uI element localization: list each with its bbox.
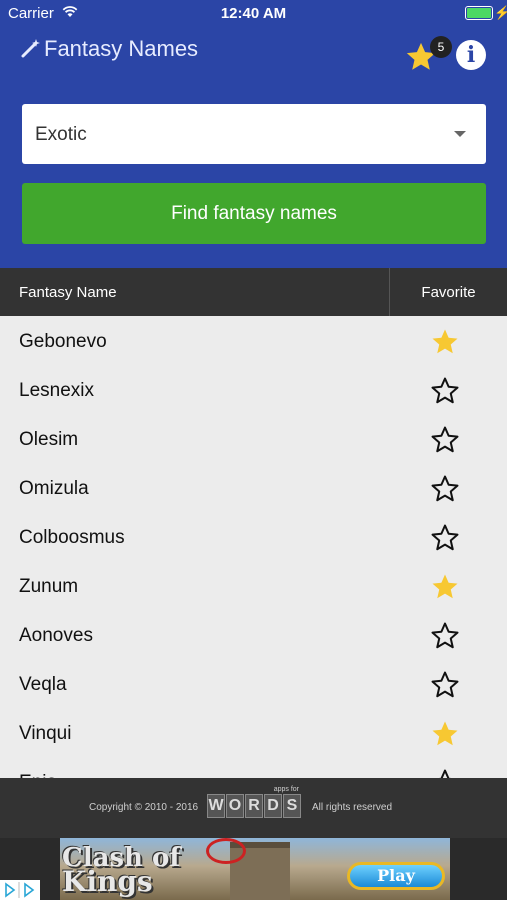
name-type-select[interactable]: Exotic — [22, 104, 486, 164]
star-outline-icon[interactable] — [430, 670, 460, 700]
list-item[interactable]: Aonoves — [0, 610, 507, 659]
list-item[interactable]: Vinqui — [0, 708, 507, 757]
fantasy-name-text: Gebonevo — [19, 331, 107, 352]
star-outline-icon[interactable] — [430, 621, 460, 651]
favorites-button[interactable]: 5 — [404, 36, 452, 76]
logo-letter: O — [226, 794, 244, 818]
list-item[interactable]: Colboosmus — [0, 512, 507, 561]
ad-title-line2: Kings — [62, 865, 153, 898]
list-item[interactable]: Veqla — [0, 659, 507, 708]
select-value: Exotic — [35, 124, 87, 145]
star-filled-icon[interactable] — [430, 572, 460, 602]
ad-play-button[interactable]: Play — [347, 862, 445, 890]
logo-letter: R — [245, 794, 263, 818]
list-item[interactable]: Gebonevo — [0, 316, 507, 365]
app-header: Carrier 12:40 AM ⚡ Fantasy Names 5 i Exo… — [0, 0, 507, 268]
app-title-text: Fantasy Names — [44, 36, 199, 61]
ad-game-title: Clash of Kings — [62, 845, 181, 898]
table-header: Fantasy Name Favorite — [0, 268, 507, 316]
clock: 12:40 AM — [220, 5, 287, 22]
star-outline-icon[interactable] — [430, 523, 460, 553]
list-item[interactable]: Omizula — [0, 463, 507, 512]
fantasy-name-text: Aonoves — [19, 625, 93, 646]
footer: Copyright © 2010 - 2016 apps for WORDS A… — [0, 778, 507, 838]
app-title: Fantasy Names — [20, 36, 198, 62]
ad-banner-area: Clash of Kings Play — [0, 838, 507, 900]
column-header-name: Fantasy Name — [19, 284, 117, 301]
fantasy-name-text: Veqla — [19, 674, 67, 695]
names-list[interactable]: Gebonevo Lesnexix Olesim Omizula Colboosmus Z… — [0, 316, 507, 778]
rights-text: All rights reserved — [312, 802, 393, 813]
column-header-favorite: Favorite — [421, 284, 476, 301]
favorites-count-badge: 5 — [430, 36, 452, 58]
logo-letter: W — [207, 794, 225, 818]
fantasy-name-text: Olesim — [19, 429, 79, 450]
star-outline-icon[interactable] — [430, 425, 460, 455]
logo-letter: D — [264, 794, 282, 818]
list-item[interactable]: Lesnexix — [0, 365, 507, 414]
find-names-button[interactable]: Find fantasy names — [22, 183, 486, 244]
fantasy-name-text: Zunum — [19, 576, 79, 597]
list-item[interactable]: Zunum — [0, 561, 507, 610]
list-item[interactable]: Enja — [0, 757, 507, 778]
status-bar: Carrier 12:40 AM ⚡ — [0, 0, 507, 28]
logo-tag: apps for — [273, 786, 299, 793]
logo-letter: S — [283, 794, 301, 818]
star-outline-icon[interactable] — [430, 376, 460, 406]
fantasy-name-text: Colboosmus — [19, 527, 125, 548]
adchoices-icon[interactable] — [0, 880, 40, 900]
magic-wand-icon — [21, 39, 40, 58]
ad-target-reticle — [206, 838, 246, 864]
copyright-text: Copyright © 2010 - 2016 — [89, 802, 199, 813]
words-logo: apps for WORDS — [207, 786, 301, 820]
star-outline-icon[interactable] — [430, 474, 460, 504]
fantasy-name-text: Omizula — [19, 478, 89, 499]
star-filled-icon[interactable] — [430, 719, 460, 749]
chevron-down-icon — [454, 131, 466, 137]
star-outline-icon[interactable] — [430, 768, 460, 778]
fantasy-name-text: Lesnexix — [19, 380, 94, 401]
fantasy-name-text: Vinqui — [19, 723, 72, 744]
list-item[interactable]: Olesim — [0, 414, 507, 463]
battery-icon: ⚡ — [465, 5, 507, 21]
ad-banner[interactable]: Clash of Kings Play — [60, 838, 450, 900]
star-filled-icon[interactable] — [430, 327, 460, 357]
info-button[interactable]: i — [456, 40, 486, 70]
